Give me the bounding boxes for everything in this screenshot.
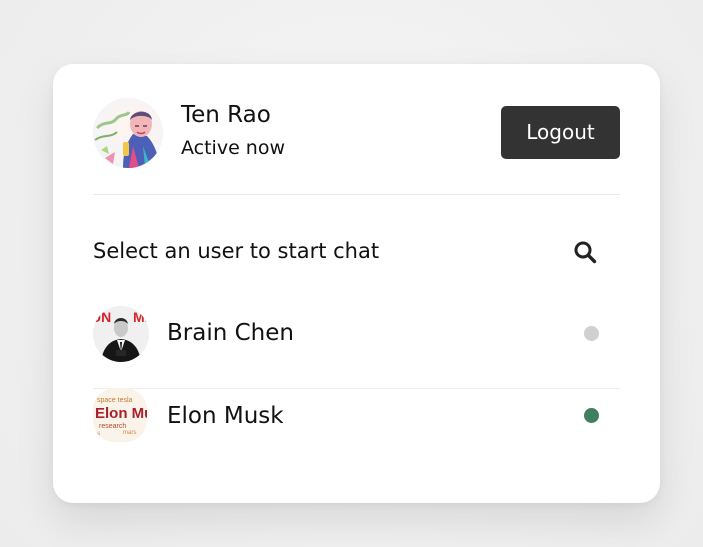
status-dot-online (584, 408, 599, 423)
user-avatar-wordcloud-icon: Elon Musk space tesla research mars ai (93, 388, 147, 442)
logout-button[interactable]: Logout (501, 106, 620, 159)
avatar: Elon Musk space tesla research mars ai (93, 388, 147, 442)
search-prompt: Select an user to start chat (93, 239, 380, 263)
user-name: Elon Musk (167, 403, 284, 429)
current-user-details: Ten Rao Active now (181, 100, 441, 166)
svg-text:space tesla: space tesla (97, 397, 133, 404)
svg-text:UN: UN (93, 309, 111, 325)
svg-text:research: research (99, 423, 126, 430)
current-user-status: Active now (181, 137, 286, 159)
list-divider (93, 388, 620, 389)
current-user-header: Ten Rao Active now Logout (93, 98, 620, 168)
user-list-item-elon-musk[interactable]: Elon Musk space tesla research mars ai E… (93, 388, 620, 442)
user-avatar-artwork-icon (93, 98, 163, 168)
avatar: UN MD (93, 306, 149, 362)
header-divider (93, 194, 620, 195)
search-button[interactable] (567, 234, 603, 270)
search-icon (574, 241, 597, 264)
current-user-name: Ten Rao (181, 102, 271, 128)
svg-text:MD: MD (133, 309, 149, 325)
current-user-avatar (93, 98, 163, 168)
svg-text:ai: ai (95, 432, 100, 438)
user-name: Brain Chen (167, 320, 294, 346)
user-avatar-suit-icon: UN MD (93, 306, 149, 362)
svg-text:mars: mars (123, 430, 136, 436)
search-bar: Select an user to start chat (93, 232, 620, 272)
chat-users-panel: Ten Rao Active now Logout Select an user… (53, 64, 660, 503)
user-list-item-brain-chen[interactable]: UN MD Brain Chen (93, 306, 620, 362)
status-dot-offline (584, 326, 599, 341)
svg-text:Elon Musk: Elon Musk (95, 405, 147, 422)
